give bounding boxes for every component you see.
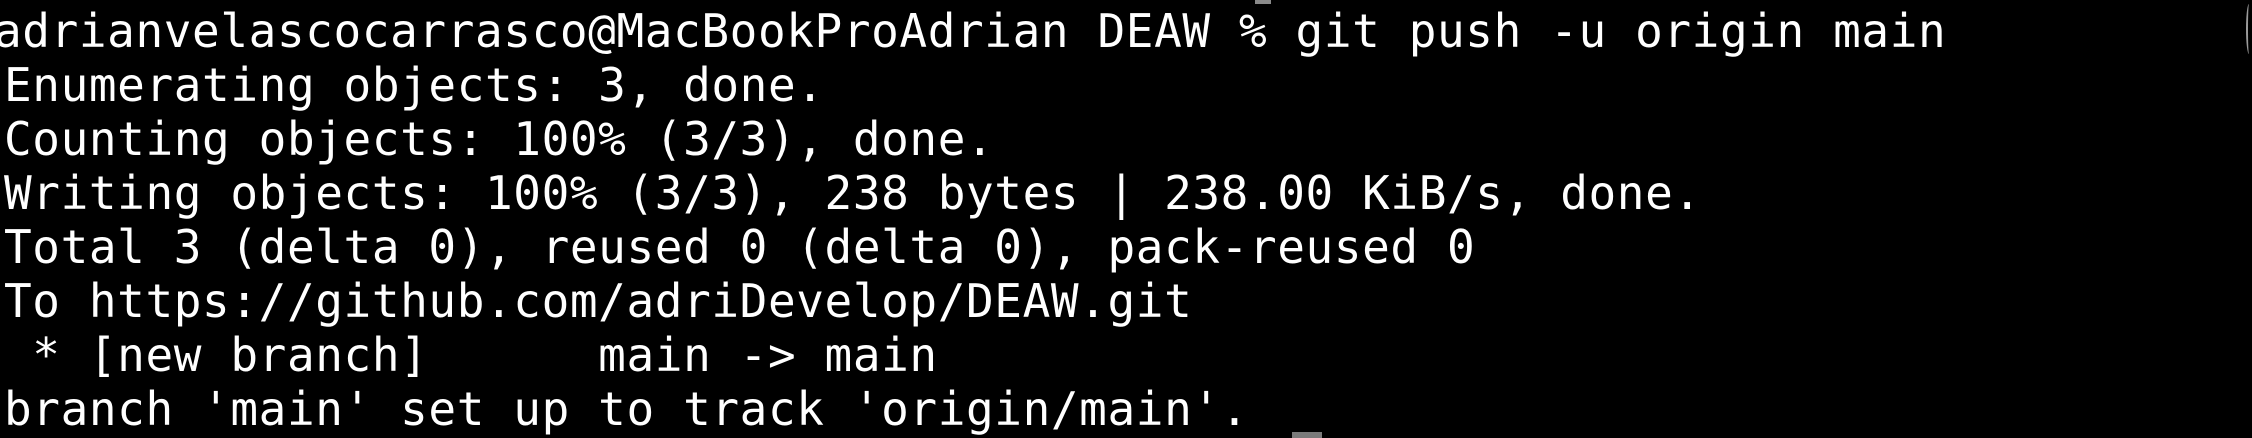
terminal-line-output: Counting objects: 100% (3/3), done. <box>4 112 995 166</box>
window-edge-mark <box>2246 4 2252 54</box>
terminal-line-output: * [new branch] main -> main <box>4 328 938 382</box>
terminal-line-command: adrianvelascocarrasco@MacBookProAdrian D… <box>0 4 1947 58</box>
terminal-line-output: branch 'main' set up to track 'origin/ma… <box>4 382 1249 436</box>
terminal-line-output: To https://github.com/adriDevelop/DEAW.g… <box>4 274 1193 328</box>
terminal-line-output: Total 3 (delta 0), reused 0 (delta 0), p… <box>4 220 1476 274</box>
terminal-line-output: Enumerating objects: 3, done. <box>4 58 825 112</box>
terminal-window[interactable]: adrianvelascocarrasco@MacBookProAdrian D… <box>0 0 2252 438</box>
text-cursor <box>1292 432 1322 438</box>
terminal-line-output: Writing objects: 100% (3/3), 238 bytes |… <box>4 166 1702 220</box>
